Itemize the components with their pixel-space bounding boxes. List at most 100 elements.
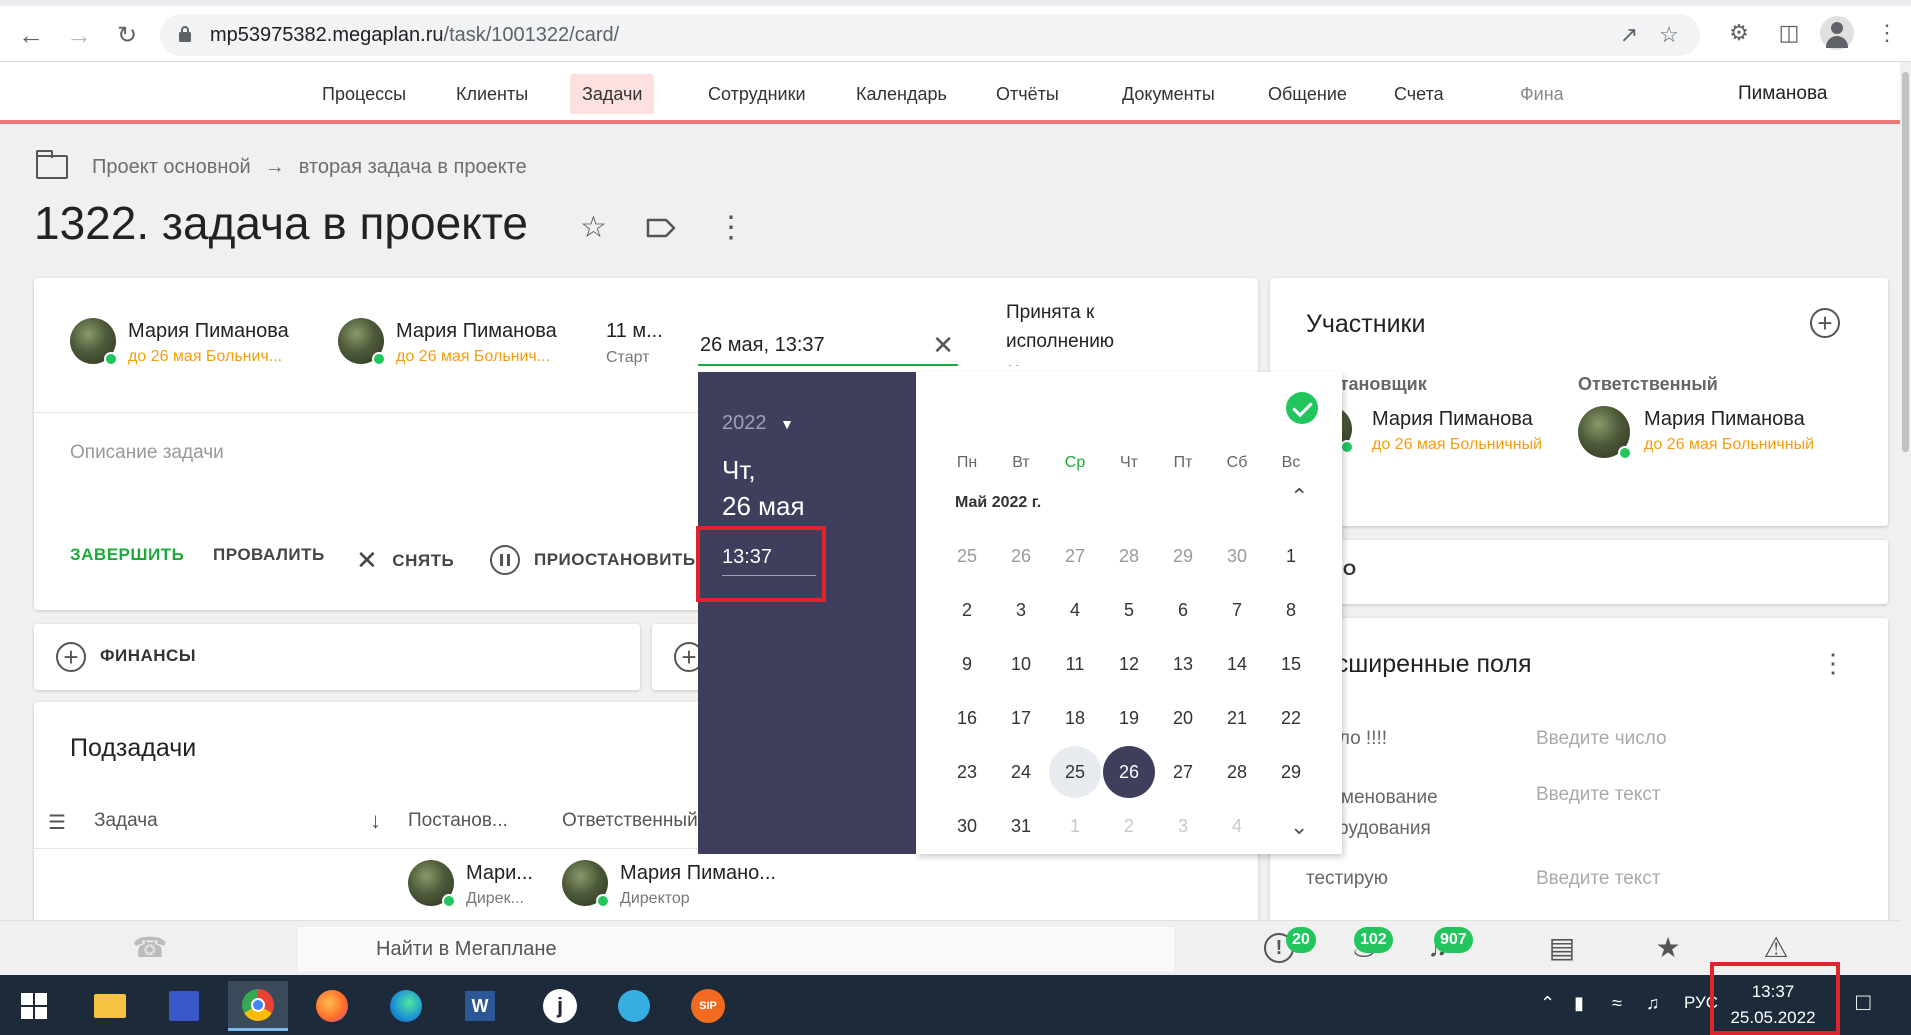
calendar-day[interactable]: 26 [1103,746,1155,798]
calendar-day[interactable]: 17 [995,692,1047,744]
calendar-day[interactable]: 25 [1049,746,1101,798]
calendar-day[interactable]: 1 [1265,530,1317,582]
calendar-day[interactable]: 28 [1211,746,1263,798]
chat-icon[interactable]: ▤ [1544,931,1580,967]
menu-item-calendar[interactable]: Календарь [844,74,959,114]
task-state[interactable]: Принята к исполнению 11 мая [1006,298,1114,366]
menu-item-reports[interactable]: Отчёты [984,74,1071,114]
calendar-day[interactable]: 4 [1049,584,1101,636]
calendar-day[interactable]: 19 [1103,692,1155,744]
sort-down-arrow-icon[interactable]: ↓ [370,808,381,834]
windows-start-icon[interactable] [4,981,64,1031]
calendar-day[interactable]: 7 [1211,584,1263,636]
calendar-day[interactable]: 30 [1211,530,1263,582]
sip-phone-icon[interactable]: SIP [678,981,738,1031]
battery-icon[interactable]: ▮ [1574,993,1584,1014]
pause-button[interactable]: ПРИОСТАНОВИТЬ [490,545,696,575]
firefox-icon[interactable] [302,981,362,1031]
calendar-day[interactable]: 15 [1265,638,1317,690]
wifi-icon[interactable]: ≈ [1612,993,1622,1014]
column-setter[interactable]: Постанов... [408,810,508,832]
calendar-day[interactable]: 25 [941,530,993,582]
calendar-day[interactable]: 12 [1103,638,1155,690]
calendar-day[interactable]: 26 [995,530,1047,582]
calendar-day[interactable]: 1 [1049,800,1101,852]
calendar-day[interactable]: 11 [1049,638,1101,690]
calendar-day[interactable]: 14 [1211,638,1263,690]
calendar-day[interactable]: 27 [1049,530,1101,582]
calendar-day[interactable]: 5 [1103,584,1155,636]
deal-card[interactable]: Дело [1270,540,1888,604]
task-start[interactable]: 11 м... Старт [606,320,663,367]
page-scrollbar[interactable] [1900,62,1911,975]
subtask-setter[interactable]: Мари... Дирек... [408,860,548,920]
complete-button[interactable]: ЗАВЕРШИТЬ [70,545,184,565]
fail-button[interactable]: ПРОВАЛИТЬ [213,545,325,565]
subtask-responsible[interactable]: Мария Пимано... Директор [562,860,802,920]
breadcrumb-project[interactable]: Проект основной [92,156,251,179]
calendar-day[interactable]: 4 [1211,800,1263,852]
scrollbar-thumb[interactable] [1902,72,1909,452]
menu-item-invoices[interactable]: Счета [1382,74,1456,114]
chevron-down-icon[interactable]: ⌄ [1290,814,1308,840]
column-task[interactable]: Задача [94,810,158,832]
phone-icon[interactable]: ☎ [132,931,168,967]
cancel-button[interactable]: ✕ СНЯТЬ [356,545,454,576]
chrome-menu-icon[interactable]: ⋮ [1872,18,1902,48]
menu-item-tasks[interactable]: Задачи [570,74,655,114]
calendar-day[interactable]: 3 [995,584,1047,636]
confirm-check-icon[interactable] [1286,392,1318,424]
add-participant-icon[interactable]: + [1810,308,1840,338]
task-responsible[interactable]: Мария Пиманова до 26 мая Больнич... [338,318,578,378]
calendar-day[interactable]: 29 [1265,746,1317,798]
participant-setter[interactable]: Мария Пиманова до 26 мая Больничный [1306,406,1586,466]
calendar-day[interactable]: 29 [1157,530,1209,582]
j-app-icon[interactable]: j [530,981,590,1031]
participant-responsible[interactable]: Мария Пиманова до 26 мая Больничный [1578,406,1858,466]
calendar-day[interactable]: 30 [941,800,993,852]
breadcrumb-parent-task[interactable]: вторая задача в проекте [299,156,527,179]
tray-chevron-up-icon[interactable]: ⌃ [1540,993,1555,1014]
menu-item-processes[interactable]: Процессы [310,74,418,114]
side-panel-icon[interactable]: ◫ [1774,18,1804,48]
menu-item-clients[interactable]: Клиенты [444,74,540,114]
menu-item-communication[interactable]: Общение [1256,74,1359,114]
action-center-icon[interactable]: □ [1856,989,1871,1017]
profile-avatar-icon[interactable] [1820,16,1854,50]
favorite-star-icon[interactable]: ☆ [580,210,607,245]
calendar-day[interactable]: 13 [1157,638,1209,690]
calendar-day[interactable]: 10 [995,638,1047,690]
telegram-icon[interactable] [604,981,664,1031]
menu-item-documents[interactable]: Документы [1110,74,1227,114]
calendar-day[interactable]: 8 [1265,584,1317,636]
star-icon[interactable]: ★ [1650,931,1686,967]
equipment-field[interactable]: Введите текст [1536,784,1661,806]
edge-icon[interactable] [376,981,436,1031]
calendar-day[interactable]: 23 [941,746,993,798]
global-search-input[interactable]: Найти в Мегаплане [298,927,1174,971]
more-vertical-icon[interactable]: ⋮ [1820,648,1846,679]
chevron-up-icon[interactable]: ⌃ [1290,484,1308,510]
testing-field[interactable]: Введите текст [1536,868,1661,890]
calendar-day[interactable]: 16 [941,692,993,744]
columns-settings-icon[interactable]: ☰ [48,810,66,835]
calendar-day[interactable]: 9 [941,638,993,690]
calendar-day[interactable]: 28 [1103,530,1155,582]
back-arrow-icon[interactable]: ← [14,18,48,52]
calendar-day[interactable]: 18 [1049,692,1101,744]
calendar-day[interactable]: 21 [1211,692,1263,744]
menu-item-employees[interactable]: Сотрудники [696,74,818,114]
calendar-day[interactable]: 22 [1265,692,1317,744]
year-selector[interactable]: 2022 ▼ [722,412,794,435]
task-owner[interactable]: Мария Пиманова до 26 мая Больнич... [70,318,310,378]
number-field[interactable]: Введите число [1536,728,1667,750]
bookmark-star-icon[interactable]: ☆ [1656,22,1682,48]
address-bar[interactable]: mp53975382.megaplan.ru/task/1001322/card… [160,14,1700,56]
calendar-day[interactable]: 2 [941,584,993,636]
deadline-input[interactable]: 26 мая, 13:37 ✕ [698,330,958,366]
column-responsible[interactable]: Ответственный [562,810,698,832]
chrome-browser-icon[interactable] [228,981,288,1031]
calendar-day[interactable]: 27 [1157,746,1209,798]
extensions-puzzle-icon[interactable]: ⚙ [1724,18,1754,48]
share-icon[interactable]: ↗ [1616,22,1642,48]
